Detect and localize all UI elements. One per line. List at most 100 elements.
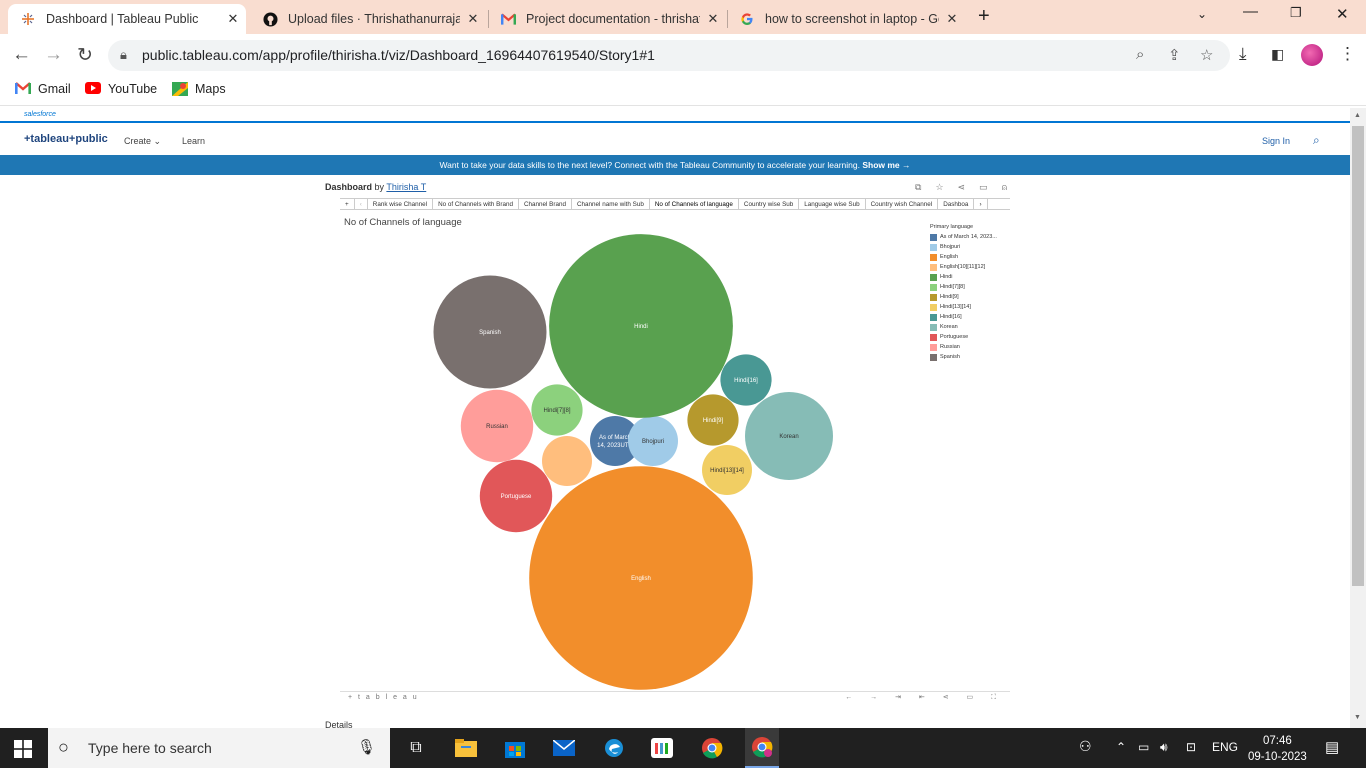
legend-item[interactable]: English[10][11][12] xyxy=(930,262,997,272)
language-indicator[interactable]: ENG xyxy=(1212,740,1238,754)
share-icon[interactable]: ⇪ xyxy=(1168,46,1181,64)
legend-swatch xyxy=(930,313,937,321)
chrome-icon[interactable] xyxy=(699,736,725,760)
legend-swatch xyxy=(930,233,937,241)
chevron-down-icon[interactable]: ⌄ xyxy=(1197,7,1207,21)
bubble-label: Korean xyxy=(779,434,798,440)
tab-title: Project documentation - thrishat xyxy=(526,12,700,26)
legend-item[interactable]: Hindi[16] xyxy=(930,312,997,322)
legend-item[interactable]: Russian xyxy=(930,342,997,352)
gmail-icon xyxy=(500,11,516,27)
bubble-label: Portuguese xyxy=(501,494,532,500)
windows-taskbar: ○ Type here to search 🎙︎ ⧉ ⚇ ⌃ ▭ 🔊︎ ⊡ EN… xyxy=(0,728,1366,768)
mail-icon[interactable] xyxy=(551,736,577,760)
gmail-icon xyxy=(15,82,31,96)
side-panel-icon[interactable]: ◧ xyxy=(1271,46,1284,63)
legend-swatch xyxy=(930,353,937,361)
app-icon[interactable] xyxy=(649,736,675,760)
bubble-label: Hindi xyxy=(634,324,648,330)
battery-icon[interactable]: ▭ xyxy=(1138,740,1149,754)
legend-item[interactable]: Hindi[7][8] xyxy=(930,282,997,292)
edge-icon[interactable] xyxy=(601,736,627,760)
legend-swatch xyxy=(930,273,937,281)
browser-tab-bar: Dashboard | Tableau Public ✕ Upload file… xyxy=(0,0,1366,34)
scroll-up-icon[interactable]: ▲ xyxy=(1354,112,1361,119)
tableau-footer-logo[interactable]: + t a b l e a u xyxy=(348,694,419,701)
viz-toolbar: + t a b l e a u ← → ⇥ ⇤ ⋖ ▭ ⛶ xyxy=(340,691,1010,705)
lock-icon: 🔒︎ xyxy=(120,47,127,62)
legend-item[interactable]: English xyxy=(930,252,997,262)
system-clock[interactable]: 07:46 09-10-2023 xyxy=(1248,733,1307,765)
bubble-label: As of March xyxy=(599,435,631,441)
legend-swatch xyxy=(930,323,937,331)
chrome-profile-icon[interactable] xyxy=(745,728,779,768)
forward-arrow-icon[interactable]: → xyxy=(44,44,63,66)
legend-item[interactable]: Hindi[13][14] xyxy=(930,302,997,312)
close-icon[interactable]: ✕ xyxy=(939,11,965,27)
tab-google-search[interactable]: how to screenshot in laptop - Go ✕ xyxy=(727,4,965,34)
bubble-english-10-11-12-[interactable] xyxy=(542,436,592,486)
close-window-icon[interactable]: ✕ xyxy=(1336,5,1349,23)
address-bar[interactable]: 🔒︎ public.tableau.com/app/profile/thiris… xyxy=(108,40,1230,71)
avatar[interactable] xyxy=(1301,44,1323,66)
tab-gmail[interactable]: Project documentation - thrishat ✕ xyxy=(488,4,726,34)
bookmark-maps[interactable]: Maps xyxy=(172,82,226,96)
zoom-icon[interactable]: ⌕ xyxy=(1136,46,1144,63)
network-icon[interactable]: ⊡ xyxy=(1186,740,1196,754)
store-icon[interactable] xyxy=(502,736,528,760)
url-text[interactable]: public.tableau.com/app/profile/thirisha.… xyxy=(142,47,655,63)
volume-icon[interactable]: 🔊︎ xyxy=(1160,740,1168,755)
file-explorer-icon[interactable] xyxy=(453,736,479,760)
legend-item[interactable]: As of March 14, 2023... xyxy=(930,232,997,242)
github-icon xyxy=(262,11,278,27)
page-scrollbar[interactable]: ▲ ▼ xyxy=(1350,108,1366,728)
tab-dashboard[interactable]: Dashboard | Tableau Public ✕ xyxy=(8,4,246,34)
legend: Primary language As of March 14, 2023...… xyxy=(930,224,997,362)
legend-item[interactable]: Hindi[9] xyxy=(930,292,997,302)
legend-item[interactable]: Portuguese xyxy=(930,332,997,342)
star-icon[interactable]: ☆ xyxy=(1200,46,1213,64)
reload-icon[interactable]: ↻ xyxy=(77,44,93,67)
close-icon[interactable]: ✕ xyxy=(460,11,486,27)
close-icon[interactable]: ✕ xyxy=(700,11,726,27)
taskbar-search[interactable]: ○ Type here to search 🎙︎ xyxy=(48,728,390,768)
tab-github[interactable]: Upload files · Thrishathanurrajan ✕ xyxy=(250,4,486,34)
tab-title: Upload files · Thrishathanurrajan xyxy=(288,12,460,26)
legend-swatch xyxy=(930,253,937,261)
legend-label: As of March 14, 2023... xyxy=(940,234,997,240)
task-view-icon[interactable]: ⧉ xyxy=(403,736,429,760)
bookmark-gmail[interactable]: Gmail xyxy=(15,82,71,96)
windows-start-icon[interactable] xyxy=(14,740,32,758)
legend-label: Spanish xyxy=(940,354,960,360)
chevron-up-icon[interactable]: ⌃ xyxy=(1116,740,1126,754)
web-page: salesforce +tableau+public Create ⌄ Lear… xyxy=(0,108,1350,728)
legend-swatch xyxy=(930,283,937,291)
tab-title: Dashboard | Tableau Public xyxy=(46,12,199,26)
minimize-icon[interactable]: — xyxy=(1243,3,1258,20)
legend-item[interactable]: Hindi xyxy=(930,272,997,282)
legend-label: English[10][11][12] xyxy=(940,264,986,270)
scrollbar-thumb[interactable] xyxy=(1352,126,1364,586)
microphone-icon[interactable]: 🎙︎ xyxy=(357,738,376,756)
back-arrow-icon[interactable]: ← xyxy=(12,44,31,66)
legend-item[interactable]: Korean xyxy=(930,322,997,332)
legend-label: Hindi xyxy=(940,274,953,280)
restore-icon[interactable]: ❐ xyxy=(1290,5,1302,21)
scroll-down-icon[interactable]: ▼ xyxy=(1354,714,1361,721)
new-tab-icon[interactable]: + xyxy=(978,5,990,28)
legend-item[interactable]: Spanish xyxy=(930,352,997,362)
close-icon[interactable]: ✕ xyxy=(220,11,246,27)
legend-label: Hindi[7][8] xyxy=(940,284,965,290)
notifications-icon[interactable]: ▤ xyxy=(1325,738,1339,756)
youtube-icon xyxy=(85,82,101,96)
legend-swatch xyxy=(930,333,937,341)
search-input[interactable]: Type here to search xyxy=(88,740,212,756)
download-icon[interactable]: ⤓ xyxy=(1239,44,1247,64)
people-icon[interactable]: ⚇ xyxy=(1079,738,1092,755)
bookmark-youtube[interactable]: YouTube xyxy=(85,82,157,96)
viz-toolbar-icons[interactable]: ← → ⇥ ⇤ ⋖ ▭ ⛶ xyxy=(845,693,1004,702)
menu-icon[interactable]: ⋮ xyxy=(1339,44,1356,64)
legend-label: Korean xyxy=(940,324,958,330)
legend-swatch xyxy=(930,293,937,301)
legend-item[interactable]: Bhojpuri xyxy=(930,242,997,252)
